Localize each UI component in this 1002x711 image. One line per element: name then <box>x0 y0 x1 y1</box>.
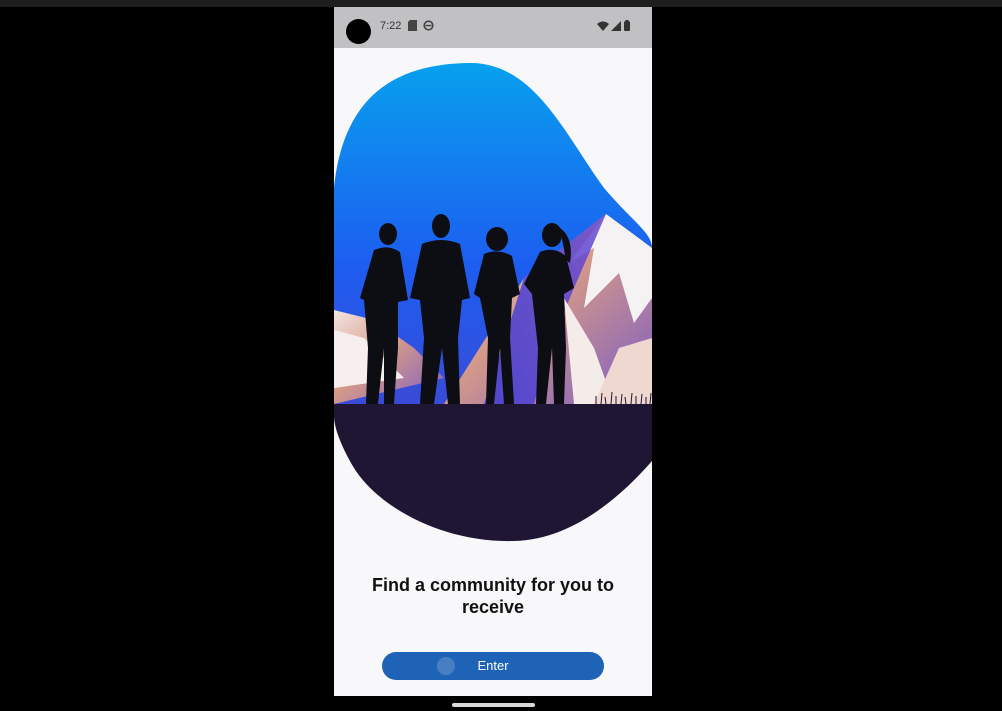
window-top-strip <box>0 0 1002 7</box>
status-time: 7:22 <box>380 20 402 32</box>
battery-icon <box>624 20 630 31</box>
home-gesture-bar[interactable] <box>452 703 535 707</box>
onboarding-headline: Find a community for you to receive <box>372 575 614 617</box>
sd-card-icon <box>408 20 417 31</box>
wifi-icon <box>597 21 609 31</box>
enter-button-label: Enter <box>477 658 509 673</box>
data-saver-icon <box>423 20 434 31</box>
hero-illustration <box>334 62 652 542</box>
cell-signal-icon <box>611 21 621 31</box>
touch-ripple <box>437 657 455 675</box>
front-camera-cutout <box>346 19 371 44</box>
ground-blob <box>334 404 652 542</box>
status-bar: 7:22 <box>334 7 652 48</box>
enter-button[interactable]: Enter <box>382 652 604 680</box>
phone-screen: 7:22 Find a community for you to receive… <box>334 7 652 696</box>
